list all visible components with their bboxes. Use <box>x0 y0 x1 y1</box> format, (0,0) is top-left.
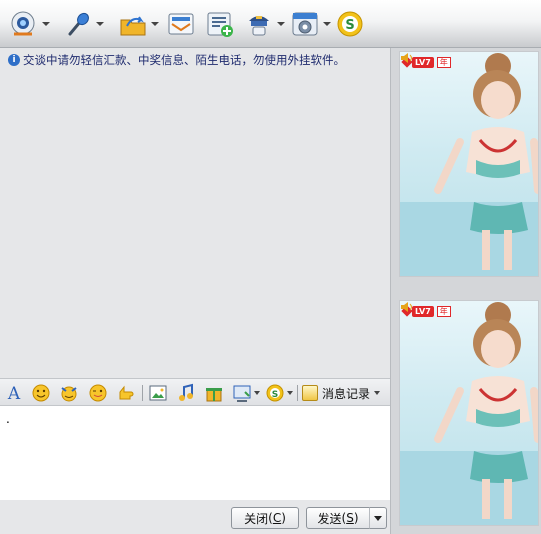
svg-text:S: S <box>345 18 354 33</box>
email-button[interactable] <box>167 9 195 39</box>
format-toolbar: A S 消息记录 <box>0 378 390 406</box>
remote-assist-button[interactable] <box>245 9 285 39</box>
speaker-icon[interactable] <box>400 52 414 64</box>
svg-text:A: A <box>7 384 21 403</box>
video-call-menu-caret[interactable] <box>42 22 50 26</box>
send-options-button[interactable] <box>369 507 387 529</box>
voice-call-button[interactable] <box>64 9 104 39</box>
wink-icon <box>89 384 107 402</box>
my-show-avatar[interactable]: LV7 年 <box>399 300 539 526</box>
email-icon <box>167 10 195 38</box>
soso-icon: S <box>336 10 364 38</box>
app-settings-menu-caret[interactable] <box>323 22 331 26</box>
history-menu-caret[interactable] <box>374 391 381 395</box>
music-button[interactable] <box>176 383 196 403</box>
send-label: 发送 <box>317 511 342 526</box>
speaker-icon[interactable] <box>400 301 414 313</box>
video-call-icon <box>10 10 38 38</box>
video-call-button[interactable] <box>10 9 50 39</box>
chevron-down-icon <box>374 515 382 521</box>
history-icon <box>302 385 318 401</box>
wink-button[interactable] <box>88 383 108 403</box>
year-tag: 年 <box>436 305 451 317</box>
message-history-area[interactable] <box>0 72 390 378</box>
profile-sidebar: LV7 年 LV7 年 <box>390 48 541 534</box>
toolbar-divider <box>297 385 298 401</box>
emoticon-icon <box>32 384 50 402</box>
app-settings-button[interactable] <box>291 9 331 39</box>
contact-show-avatar[interactable]: LV7 年 <box>399 51 539 277</box>
create-group-button[interactable] <box>206 9 234 39</box>
close-button[interactable]: 关闭(C) <box>231 507 299 529</box>
magic-emoticon-button[interactable] <box>59 383 79 403</box>
chat-panel: i 交谈中请勿轻信汇款、中奖信息、陌生电话，勿使用外挂软件。 A S 消息记录 … <box>0 48 390 534</box>
screenshot-icon <box>233 385 251 402</box>
voice-call-menu-caret[interactable] <box>96 22 104 26</box>
gift-button[interactable] <box>204 383 224 403</box>
security-notice-text: 交谈中请勿轻信汇款、中奖信息、陌生电话，勿使用外挂软件。 <box>23 53 345 67</box>
remote-assist-menu-caret[interactable] <box>277 22 285 26</box>
send-file-button[interactable] <box>119 9 159 39</box>
font-button[interactable]: A <box>4 383 24 404</box>
button-bar: 关闭(C) 发送(S) <box>0 500 390 534</box>
remote-assist-icon <box>245 10 273 38</box>
soso-button[interactable]: S <box>336 9 364 39</box>
info-icon: i <box>8 54 20 66</box>
message-input[interactable]: . <box>0 406 390 500</box>
year-tag: 年 <box>436 56 451 68</box>
svg-text:S: S <box>272 390 278 400</box>
magic-emoticon-icon <box>61 386 77 402</box>
gift-icon <box>206 388 222 402</box>
security-notice: i 交谈中请勿轻信汇款、中奖信息、陌生电话，勿使用外挂软件。 <box>8 52 345 68</box>
toolbar-divider <box>142 385 143 401</box>
screenshot-button[interactable] <box>232 383 252 403</box>
font-icon: A <box>7 384 21 404</box>
message-history-button[interactable]: 消息记录 <box>302 383 381 403</box>
send-button[interactable]: 发送(S) <box>306 507 370 529</box>
level-text: LV7 <box>412 305 434 317</box>
level-text: LV7 <box>412 56 434 68</box>
send-hotkey: S <box>346 511 354 525</box>
image-icon <box>149 385 167 401</box>
screenshot-menu-caret[interactable] <box>254 391 260 395</box>
emoticon-button[interactable] <box>31 383 51 403</box>
avatar-photo <box>400 53 538 276</box>
soso-search-icon: S <box>266 384 284 402</box>
send-image-button[interactable] <box>148 383 168 403</box>
main-toolbar: S <box>0 0 541 48</box>
shake-window-icon <box>119 385 134 400</box>
avatar-photo <box>400 302 538 525</box>
soso-search-button[interactable]: S <box>265 383 285 403</box>
input-text: . <box>6 412 10 426</box>
send-file-menu-caret[interactable] <box>151 22 159 26</box>
app-settings-icon <box>291 10 319 38</box>
soso-menu-caret[interactable] <box>287 391 293 395</box>
create-group-icon <box>206 10 234 38</box>
history-label: 消息记录 <box>322 386 371 401</box>
close-label: 关闭 <box>244 511 269 526</box>
music-icon <box>179 383 193 401</box>
send-file-icon <box>119 10 147 38</box>
microphone-icon <box>64 10 92 38</box>
shake-window-button[interactable] <box>116 383 136 403</box>
close-hotkey: C <box>272 511 282 525</box>
